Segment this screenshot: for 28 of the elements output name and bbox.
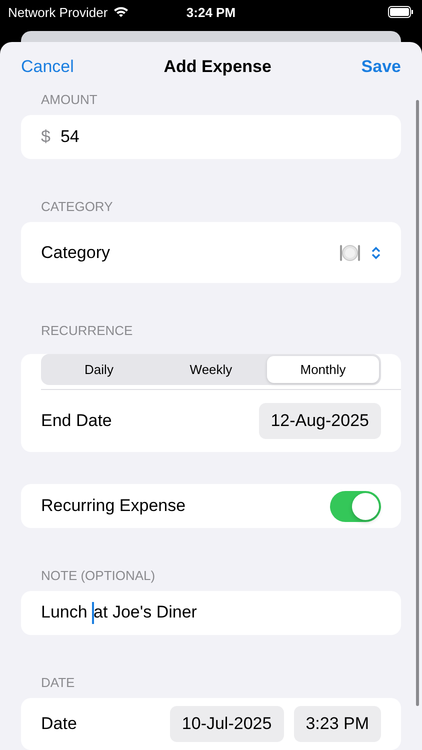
segment-option[interactable]: Daily: [43, 356, 155, 383]
plate-icon: [339, 242, 361, 262]
cancel-button[interactable]: Cancel: [21, 57, 74, 77]
amount-field[interactable]: 54: [60, 127, 80, 147]
end-date-label: End Date: [41, 411, 112, 431]
category-label: Category: [41, 242, 110, 262]
time-picker[interactable]: 3:23 PM: [294, 706, 381, 742]
carrier-name: Network Provider: [8, 4, 108, 20]
end-date-picker[interactable]: 12-Aug-2025: [258, 403, 381, 439]
segment-option[interactable]: Monthly: [267, 356, 379, 383]
recurring-toggle[interactable]: [330, 490, 381, 522]
section-header: CATEGORY: [40, 198, 114, 216]
section-header: RECURRENCE: [40, 322, 134, 340]
save-button[interactable]: Save: [361, 57, 401, 77]
category-picker[interactable]: Category: [21, 222, 401, 283]
status-time: 3:24 PM: [186, 4, 236, 20]
section-header: DATE: [40, 674, 76, 692]
section-header: NOTE (OPTIONAL): [40, 567, 156, 585]
wifi-icon: [112, 6, 129, 18]
date-picker[interactable]: 10-Jul-2025: [170, 706, 284, 742]
sheet-title: Add Expense: [164, 57, 272, 77]
chevron-updown-icon: [371, 246, 381, 260]
recurring-label: Recurring Expense: [41, 496, 186, 516]
section-header: AMOUNT: [40, 92, 98, 109]
currency-symbol: $: [41, 127, 50, 147]
date-label: Date: [41, 714, 77, 734]
segment-option[interactable]: Weekly: [155, 356, 267, 383]
battery-icon: [388, 6, 414, 18]
